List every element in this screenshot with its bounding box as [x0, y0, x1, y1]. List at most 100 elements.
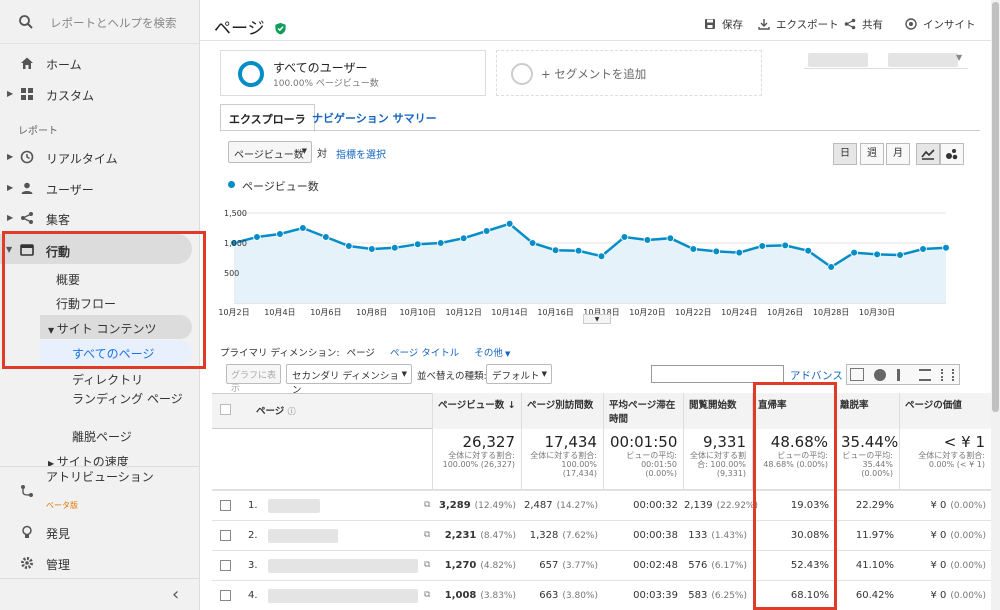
cell-value: 1,270	[444, 560, 477, 571]
column-header[interactable]: ページビュー数 ↓	[432, 393, 522, 429]
column-header[interactable]: 離脱率	[835, 393, 900, 429]
column-header[interactable]: 閲覧開始数	[684, 393, 753, 429]
table-cell: ¥ 0 (0.00%)	[900, 500, 986, 511]
day-button[interactable]: 日	[833, 143, 857, 165]
scrollbar-thumb[interactable]	[992, 2, 999, 412]
row-checkbox[interactable]	[220, 500, 231, 511]
advanced-filter-link[interactable]: アドバンス	[790, 368, 843, 383]
y-tick-label: 1,500	[224, 209, 247, 218]
chart-point	[574, 246, 583, 255]
line-chart-button[interactable]	[916, 143, 940, 165]
table-cell: 41.10%	[835, 560, 894, 571]
home-icon	[21, 57, 33, 69]
total-cell: 35.44% ビューの平均: 35.44% (0.00%)	[835, 429, 900, 490]
share-button[interactable]: 共有	[844, 17, 883, 32]
sidebar-item-discover[interactable]: 発見	[0, 518, 200, 546]
collapse-sidebar-button[interactable]: ‹	[172, 584, 179, 605]
insight-button[interactable]: インサイト	[905, 17, 976, 32]
open-page-icon[interactable]: ⧉	[424, 560, 430, 570]
divider	[200, 40, 992, 41]
cell-value: 41.10%	[855, 560, 894, 571]
cell-value: 657	[539, 560, 559, 571]
cell-percent: (0.00%)	[950, 501, 986, 511]
segment-ring-icon	[238, 61, 264, 87]
column-header[interactable]: 平均ページ滞在時間	[604, 393, 684, 429]
x-tick-label: 10月16日	[537, 308, 573, 317]
sidebar-item-acquisition[interactable]: ▶ 集客	[0, 204, 200, 232]
column-header[interactable]: ページの価値	[900, 393, 992, 429]
header-page[interactable]: ページ ⓘ	[256, 403, 296, 417]
chart-point	[482, 227, 491, 235]
pie-view-icon[interactable]	[874, 369, 886, 381]
dimension-page[interactable]: ページ	[347, 348, 375, 359]
pivot-view-icon[interactable]	[941, 369, 954, 381]
redacted-page-path[interactable]	[268, 529, 338, 543]
cell-value: 00:02:48	[633, 560, 678, 571]
dimension-other[interactable]: その他	[474, 348, 503, 359]
cell-value: 583	[688, 590, 708, 601]
sidebar-item-exit-pages[interactable]: 離脱ページ	[72, 428, 132, 445]
redacted-page-path[interactable]	[268, 559, 418, 573]
page-title-text: ページ	[214, 19, 265, 39]
chevron-right-icon: ▶	[7, 152, 14, 161]
tab-navigation-summary[interactable]: ナビゲーション サマリー	[304, 104, 445, 132]
table-cell: 60.42%	[835, 590, 894, 601]
performance-view-icon[interactable]	[897, 369, 908, 381]
total-sub: 全体に対する割合: 100.00% (26,327)	[442, 451, 515, 469]
plot-rows-button[interactable]: グラフに表示	[226, 364, 281, 394]
total-value: 35.44%	[841, 433, 899, 451]
x-tick-label: 10月22日	[675, 308, 711, 317]
open-page-icon[interactable]: ⧉	[424, 500, 430, 510]
table-cell: 11.97%	[835, 530, 894, 541]
table-cell: 2,139 (22.92%)	[684, 500, 758, 511]
export-button[interactable]: エクスポート	[758, 17, 839, 32]
dimension-page-title[interactable]: ページ タイトル	[390, 348, 459, 359]
row-checkbox[interactable]	[220, 530, 231, 541]
save-button[interactable]: 保存	[704, 17, 743, 32]
open-page-icon[interactable]: ⧉	[424, 590, 430, 600]
page-scrollbar[interactable]	[991, 0, 1000, 610]
month-button[interactable]: 月	[886, 143, 910, 165]
segment-all-users[interactable]: すべてのユーザー 100.00% ページビュー数	[220, 50, 486, 96]
sidebar-item-directory[interactable]: ディレクトリ	[72, 371, 143, 388]
add-segment-button[interactable]: + セグメントを追加	[496, 50, 762, 96]
sidebar-item-users[interactable]: ▶ ユーザー	[0, 174, 200, 202]
chart-resize-handle[interactable]: ▼	[583, 314, 611, 324]
chart-point	[804, 246, 812, 255]
sidebar-item-custom[interactable]: ▶ カスタム	[0, 80, 200, 108]
week-button[interactable]: 週	[860, 143, 884, 165]
select-metric-link[interactable]: 指標を選択	[336, 146, 386, 161]
secondary-dimension-select[interactable]: セカンダリ ディメンション ▼	[286, 364, 412, 396]
chart-point	[413, 240, 422, 248]
tab-explorer[interactable]: エクスプローラ	[220, 104, 315, 132]
sidebar-item-home[interactable]: ホーム	[0, 49, 200, 77]
total-value: 00:01:50	[610, 433, 678, 451]
sort-type-select[interactable]: デフォルト ▼	[486, 364, 552, 384]
metric-select[interactable]: ページビュー数 ▼	[228, 141, 312, 163]
redacted-page-path[interactable]	[268, 589, 418, 603]
table-search-input[interactable]	[651, 365, 784, 383]
table-view-icon[interactable]	[850, 368, 864, 381]
sidebar-item-admin[interactable]: 管理	[0, 549, 200, 577]
attribution-icon	[21, 485, 33, 497]
cell-percent: (6.25%)	[711, 591, 747, 601]
x-tick-label: 10月20日	[629, 308, 665, 317]
cell-value: 22.29%	[855, 500, 894, 511]
sidebar-item-landing-pages[interactable]: ランディング ページ	[72, 390, 183, 407]
sidebar-search[interactable]: レポートとヘルプを検索	[0, 0, 200, 44]
sidebar-item-site-speed[interactable]: ▶ サイトの速度	[48, 453, 129, 470]
chevron-down-icon[interactable]: ▼	[956, 53, 962, 62]
sidebar-item-realtime[interactable]: ▶ リアルタイム	[0, 143, 200, 171]
comparison-view-icon[interactable]	[919, 369, 931, 381]
select-all-checkbox[interactable]	[220, 404, 231, 415]
redacted-page-path[interactable]	[268, 499, 320, 513]
sidebar-item-attribution[interactable]: アトリビューション ベータ版	[0, 470, 200, 512]
cell-value: 133	[688, 530, 708, 541]
open-page-icon[interactable]: ⧉	[424, 530, 430, 540]
column-header[interactable]: ページ別訪問数	[522, 393, 604, 429]
motion-chart-button[interactable]	[940, 143, 964, 165]
total-value: 17,434	[544, 433, 598, 451]
row-checkbox[interactable]	[220, 590, 231, 601]
chart-point	[368, 245, 376, 253]
row-checkbox[interactable]	[220, 560, 231, 571]
